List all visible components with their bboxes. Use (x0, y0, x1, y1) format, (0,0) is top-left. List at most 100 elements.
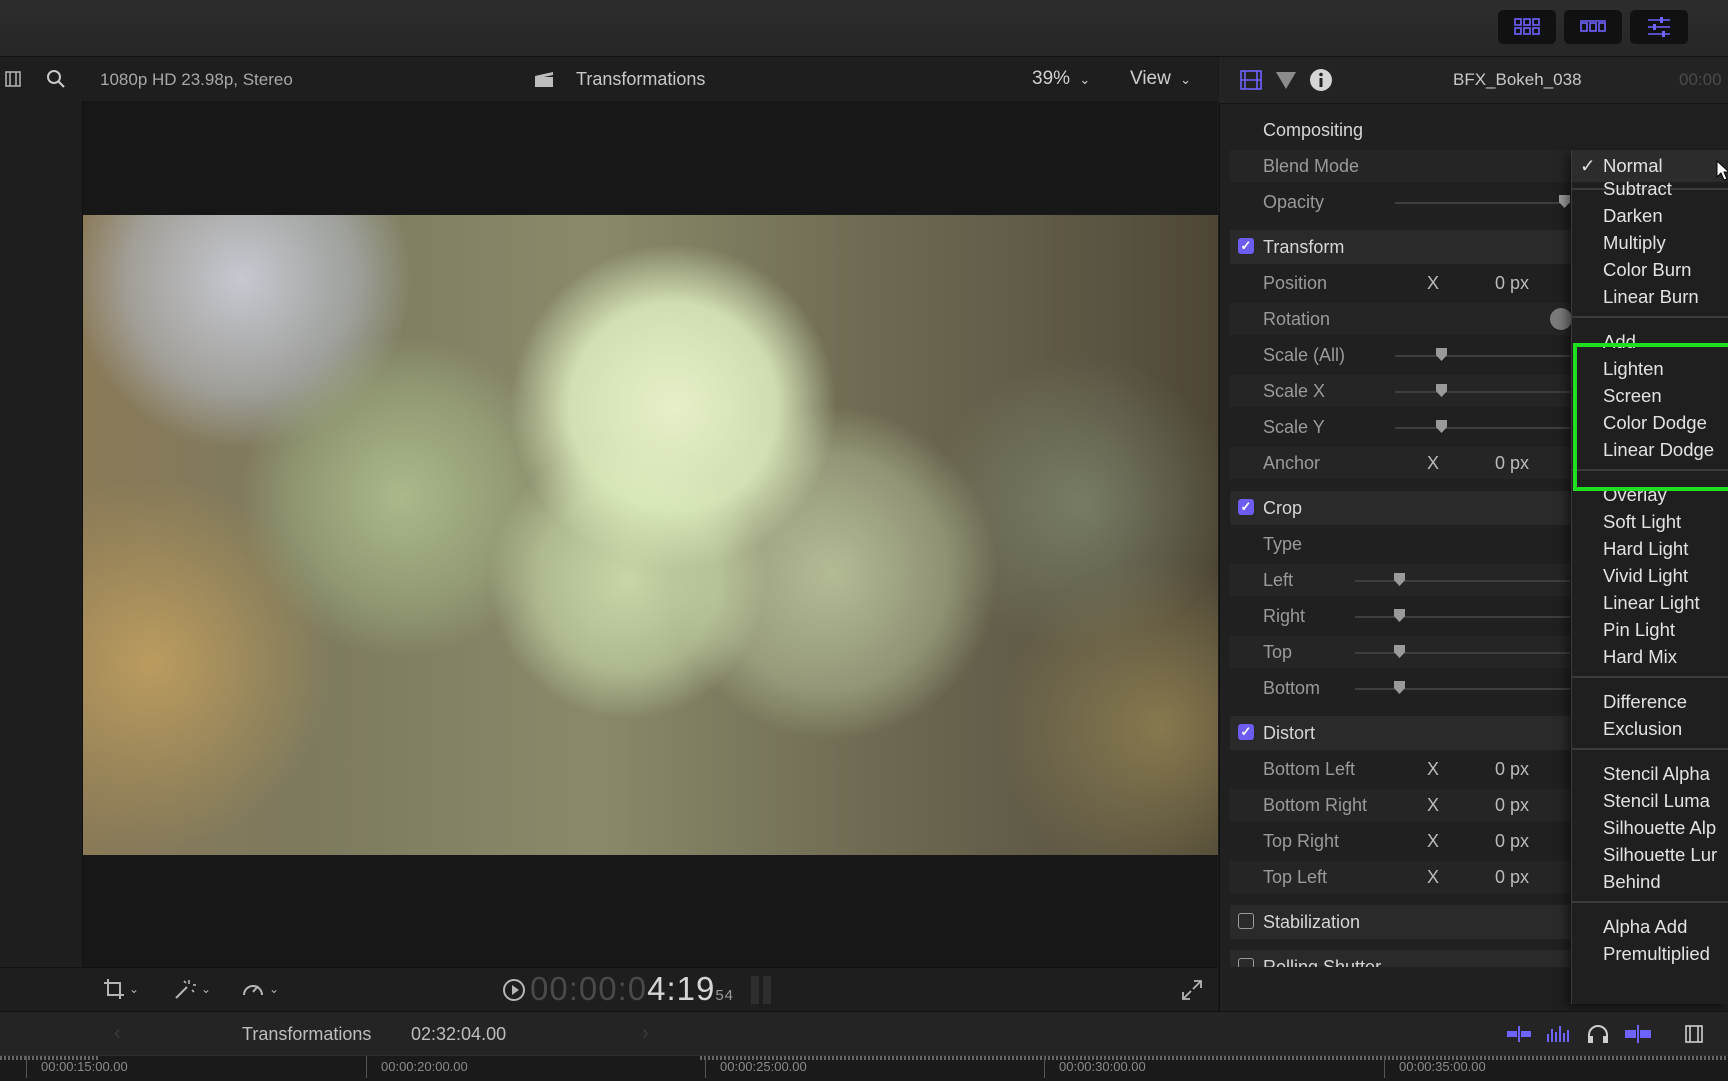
crop-bottom-slider[interactable] (1355, 688, 1570, 690)
menu-item[interactable]: Exclusion (1603, 718, 1682, 740)
distort-bottom-right-row: Bottom Right X 0 px (1230, 789, 1570, 821)
menu-item-label: Normal (1603, 155, 1663, 176)
timecode-display[interactable]: 00:00:04:1954 (530, 970, 734, 1008)
audio-waveform-icon[interactable] (1546, 1024, 1572, 1044)
menu-item[interactable]: Difference (1603, 691, 1687, 713)
opacity-slider-knob[interactable] (1559, 195, 1570, 208)
stabilization-checkbox[interactable] (1238, 913, 1254, 929)
ruler-tick (366, 1056, 367, 1078)
format-label: 1080p HD 23.98p, Stereo (100, 70, 293, 89)
menu-item[interactable]: Stencil Alpha (1603, 763, 1710, 785)
filmstrip-icon[interactable] (4, 70, 22, 88)
crop-bottom-knob[interactable] (1394, 681, 1405, 694)
ruler-hatch (700, 1056, 1728, 1060)
rolling-shutter-title: Rolling Shutter (1263, 957, 1382, 967)
video-frame (83, 215, 1218, 855)
menu-item[interactable]: Premultiplied (1603, 943, 1710, 965)
timeline-toggle-button[interactable] (1564, 10, 1622, 44)
crop-top-knob[interactable] (1394, 645, 1405, 658)
zoom-dropdown[interactable]: 39% ⌄ (1032, 68, 1090, 90)
scale-all-row: Scale (All) (1230, 339, 1570, 371)
clip-appearance-icon[interactable] (1506, 1025, 1532, 1043)
distort-row-axis: X (1427, 867, 1440, 887)
retime-menu[interactable]: ⌄ (241, 978, 279, 1000)
menu-item[interactable]: Darken (1603, 205, 1663, 227)
enhance-tool-menu[interactable]: ⌄ (173, 978, 211, 1000)
menu-item[interactable]: Multiply (1603, 232, 1666, 254)
position-value[interactable]: 0 px (1495, 273, 1529, 294)
headphones-icon[interactable] (1586, 1024, 1610, 1044)
scale-all-slider[interactable] (1395, 355, 1570, 357)
distort-row-value[interactable]: 0 px (1495, 831, 1529, 852)
distort-row-value[interactable]: 0 px (1495, 867, 1529, 888)
menu-item[interactable]: Hard Mix (1603, 646, 1677, 668)
menu-item[interactable]: Silhouette Lur (1603, 844, 1717, 866)
anchor-row: Anchor X 0 px (1230, 447, 1570, 479)
crop-right-slider[interactable] (1355, 616, 1570, 618)
viewer-sidebar (0, 101, 83, 967)
inspector-toggle-button[interactable] (1630, 10, 1688, 44)
checkmark-icon: ✓ (1580, 155, 1596, 176)
search-icon[interactable] (46, 69, 66, 89)
chevron-down-icon: ⌄ (201, 982, 212, 996)
speedometer-icon (243, 985, 263, 996)
menu-item[interactable]: Hard Light (1603, 538, 1688, 560)
distort-row-value[interactable]: 0 px (1495, 759, 1529, 780)
menu-item[interactable]: Vivid Light (1603, 565, 1688, 587)
browser-toggle-button[interactable] (1498, 10, 1556, 44)
crop-checkbox[interactable]: ✓ (1238, 499, 1254, 515)
scale-x-knob[interactable] (1436, 384, 1447, 397)
distort-section-header: ✓ Distort (1230, 716, 1570, 750)
menu-item[interactable]: Color Burn (1603, 259, 1691, 281)
play-icon[interactable] (502, 978, 526, 1002)
timeline-ruler[interactable]: 00:00:15:00.00 00:00:20:00.00 00:00:25:0… (0, 1055, 1728, 1081)
scale-y-knob[interactable] (1436, 420, 1447, 433)
menu-item[interactable]: Linear Burn (1603, 286, 1699, 308)
scale-y-row: Scale Y (1230, 411, 1570, 443)
scale-x-slider[interactable] (1395, 391, 1570, 393)
transform-checkbox[interactable]: ✓ (1238, 238, 1254, 254)
crop-right-knob[interactable] (1394, 609, 1405, 622)
crop-left-knob[interactable] (1394, 573, 1405, 586)
crop-tool-menu[interactable]: ⌄ (103, 978, 139, 1000)
crop-right-label: Right (1263, 606, 1306, 626)
menu-item[interactable]: Silhouette Alp (1603, 817, 1716, 839)
clip-name: BFX_Bokeh_038 (1453, 70, 1582, 89)
menu-item[interactable]: Behind (1603, 871, 1661, 893)
crop-top-slider[interactable] (1355, 652, 1570, 654)
blend-mode-row[interactable]: Blend Mode (1230, 150, 1570, 182)
chevron-left-icon[interactable]: ‹ (114, 1022, 121, 1045)
chevron-right-icon[interactable]: › (642, 1022, 649, 1045)
distort-row-value[interactable]: 0 px (1495, 795, 1529, 816)
menu-item[interactable]: Subtract (1603, 178, 1672, 200)
anchor-value[interactable]: 0 px (1495, 453, 1529, 474)
anchor-label: Anchor (1263, 453, 1321, 473)
rolling-shutter-checkbox[interactable] (1238, 958, 1254, 967)
menu-item[interactable]: Alpha Add (1603, 916, 1687, 938)
distort-row-axis: X (1427, 831, 1440, 851)
menu-item[interactable]: Soft Light (1603, 511, 1681, 533)
view-dropdown[interactable]: View ⌄ (1130, 68, 1191, 90)
fullscreen-icon[interactable] (1181, 979, 1203, 1001)
scale-y-slider[interactable] (1395, 427, 1570, 429)
timeline-index-icon[interactable] (1684, 1025, 1704, 1043)
project-duration: 02:32:04.00 (411, 1024, 507, 1044)
video-inspector-icon[interactable] (1240, 70, 1262, 90)
audio-meter-right (763, 976, 771, 1004)
magic-wand-icon (175, 980, 196, 999)
distort-checkbox[interactable]: ✓ (1238, 724, 1254, 740)
opacity-label: Opacity (1263, 192, 1325, 212)
menu-item[interactable]: Pin Light (1603, 619, 1675, 641)
audio-meter-left (751, 976, 759, 1004)
menu-item[interactable]: Stencil Luma (1603, 790, 1710, 812)
snapping-icon[interactable] (1624, 1025, 1652, 1043)
scale-all-knob[interactable] (1436, 348, 1447, 361)
crop-left-slider[interactable] (1355, 580, 1570, 582)
rotation-dial[interactable] (1550, 308, 1572, 330)
color-inspector-icon[interactable] (1275, 70, 1297, 90)
info-icon[interactable] (1309, 68, 1333, 92)
crop-section-header: ✓ Crop (1230, 491, 1570, 525)
opacity-slider[interactable] (1395, 202, 1570, 204)
ruler-label: 00:00:25:00.00 (720, 1059, 807, 1074)
menu-item[interactable]: Linear Light (1603, 592, 1700, 614)
